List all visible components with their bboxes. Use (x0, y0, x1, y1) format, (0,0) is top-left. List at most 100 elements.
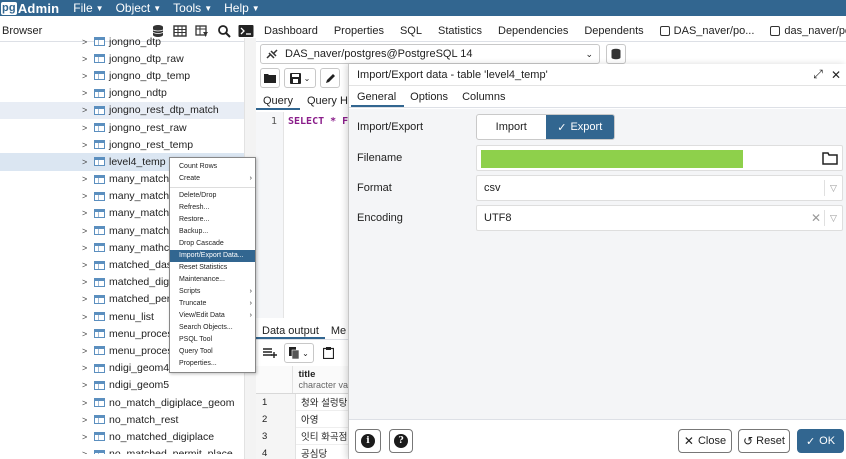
chevron-right-icon[interactable]: > (82, 157, 94, 167)
tab-properties[interactable]: Properties (326, 25, 392, 37)
open-file-button[interactable] (260, 68, 280, 88)
chevron-right-icon[interactable]: > (82, 294, 94, 304)
table-row[interactable]: 1 청와 설렁탕 (256, 393, 348, 411)
format-select[interactable]: csv ▽ (476, 175, 843, 201)
menu-help[interactable]: Help ▼ (224, 1, 260, 15)
connection-select[interactable]: DAS_naver/postgres@PostgreSQL 14 ⌄ (260, 44, 600, 64)
table-row[interactable]: 2 아영 (256, 410, 348, 428)
tree-item[interactable]: > jongno_rest_raw (0, 119, 244, 136)
context-menu-item[interactable]: Scripts › (170, 286, 255, 298)
context-menu-item[interactable]: Truncate › (170, 298, 255, 310)
sql-code[interactable]: SELECT * F (288, 116, 348, 127)
context-menu-item[interactable]: Refresh... (170, 202, 255, 214)
add-row-button[interactable] (260, 343, 280, 363)
context-menu-item[interactable]: Create › (170, 173, 255, 185)
tree-item[interactable]: > no_match_rest (0, 411, 244, 428)
chevron-right-icon[interactable]: > (82, 123, 94, 133)
tab-sql[interactable]: SQL (392, 25, 430, 37)
menu-object[interactable]: Object ▼ (116, 1, 162, 15)
tree-item[interactable]: > jongno_dtp_temp (0, 67, 244, 84)
tree-item[interactable]: > ndigi_geom5 (0, 377, 244, 394)
ok-button[interactable]: ✓ OK (797, 429, 844, 453)
filename-field[interactable] (476, 145, 843, 171)
context-menu-item[interactable]: PSQL Tool (170, 334, 255, 346)
chevron-right-icon[interactable]: > (82, 88, 94, 98)
context-menu-item[interactable]: Query Tool (170, 346, 255, 358)
tab-dependencies[interactable]: Dependencies (490, 25, 576, 37)
cell-title[interactable]: 공심당 (296, 446, 327, 459)
chevron-right-icon[interactable]: > (82, 415, 94, 425)
context-menu-item[interactable]: Restore... (170, 214, 255, 226)
context-menu-item[interactable]: Import/Export Data... (170, 250, 255, 262)
help-button[interactable]: ? (389, 429, 413, 453)
tab-statistics[interactable]: Statistics (430, 25, 490, 37)
chevron-right-icon[interactable]: > (82, 312, 94, 322)
close-icon[interactable]: ✕ (828, 68, 844, 82)
context-menu-item[interactable]: Reset Statistics (170, 262, 255, 274)
chevron-right-icon[interactable]: > (82, 380, 94, 390)
paste-button[interactable] (318, 343, 338, 363)
menu-tools[interactable]: Tools ▼ (173, 1, 212, 15)
chevron-down-icon[interactable]: ▽ (824, 210, 842, 226)
context-menu-item[interactable]: Maintenance... (170, 274, 255, 286)
import-option[interactable]: Import (477, 115, 546, 139)
tree-item[interactable]: > no_matched_permit_place (0, 446, 244, 454)
tree-item[interactable]: > jongno_ndtp (0, 85, 244, 102)
chevron-right-icon[interactable]: > (82, 191, 94, 201)
cell-title[interactable]: 잇티 화곡점 (296, 429, 347, 443)
copy-button[interactable]: ⌄ (284, 343, 314, 363)
encoding-select[interactable]: UTF8 ✕ ▽ (476, 205, 843, 231)
context-menu-item[interactable]: View/Edit Data › (170, 310, 255, 322)
tree-item[interactable]: > jongno_rest_dtp_match (0, 101, 244, 119)
menu-file[interactable]: File ▼ (73, 1, 103, 15)
clear-icon[interactable]: ✕ (808, 211, 824, 225)
chevron-right-icon[interactable]: > (82, 260, 94, 270)
chevron-right-icon[interactable]: > (82, 54, 94, 64)
sql-editor[interactable]: 1 SELECT * F (256, 112, 348, 318)
context-menu-item[interactable]: Backup... (170, 226, 255, 238)
chevron-right-icon[interactable]: > (82, 140, 94, 150)
cell-title[interactable]: 청와 설렁탕 (296, 395, 347, 409)
tab-data-output[interactable]: Data output (256, 322, 325, 339)
chevron-right-icon[interactable]: > (82, 243, 94, 253)
cell-title[interactable]: 아영 (296, 412, 318, 426)
tab-query-tool-2[interactable]: das_naver/pcw... (762, 25, 846, 37)
chevron-right-icon[interactable]: > (82, 329, 94, 339)
chevron-right-icon[interactable]: > (82, 71, 94, 81)
close-button[interactable]: ✕ Close (678, 429, 732, 453)
chevron-right-icon[interactable]: > (82, 346, 94, 356)
table-row[interactable]: 3 잇티 화곡점 (256, 427, 348, 445)
chevron-right-icon[interactable]: > (82, 174, 94, 184)
chevron-right-icon[interactable]: > (82, 208, 94, 218)
context-menu-item[interactable]: Drop Cascade (170, 238, 255, 250)
context-menu-item[interactable]: Properties... (170, 358, 255, 370)
chevron-right-icon[interactable]: > (82, 105, 94, 115)
save-file-button[interactable]: ⌄ (284, 68, 316, 88)
tree-item[interactable]: > jongno_dtp_raw (0, 50, 244, 67)
context-menu-item[interactable]: Delete/Drop (170, 190, 255, 202)
chevron-down-icon[interactable]: ▽ (824, 180, 842, 196)
tab-query[interactable]: Query (256, 92, 300, 110)
tree-item[interactable]: > no_matched_digiplace (0, 428, 244, 445)
reset-button[interactable]: ↺ Reset (738, 429, 790, 453)
context-menu-item[interactable]: Count Rows (170, 161, 255, 173)
tab-dashboard[interactable]: Dashboard (256, 25, 326, 37)
tree-item[interactable]: > jongno_dtp (0, 33, 244, 50)
chevron-right-icon[interactable]: > (82, 226, 94, 236)
chevron-right-icon[interactable]: > (82, 398, 94, 408)
maximize-icon[interactable]: ⤢ (810, 67, 826, 82)
table-row[interactable]: 4 공심당 (256, 444, 348, 459)
db-connection-button[interactable] (606, 44, 626, 64)
tab-query-tool-1[interactable]: DAS_naver/po... (652, 25, 763, 37)
tab-dependents[interactable]: Dependents (576, 25, 651, 37)
context-menu-item[interactable]: Search Objects... (170, 322, 255, 334)
chevron-right-icon[interactable]: > (82, 449, 94, 454)
tab-options[interactable]: Options (404, 91, 456, 107)
column-header-title[interactable]: title character va (293, 366, 348, 393)
tree-item[interactable]: > no_match_digiplace_geom (0, 394, 244, 411)
chevron-right-icon[interactable]: > (82, 363, 94, 373)
tab-general[interactable]: General (351, 91, 405, 107)
edit-button[interactable] (320, 68, 340, 88)
chevron-right-icon[interactable]: > (82, 277, 94, 287)
info-button[interactable]: i (355, 429, 381, 453)
